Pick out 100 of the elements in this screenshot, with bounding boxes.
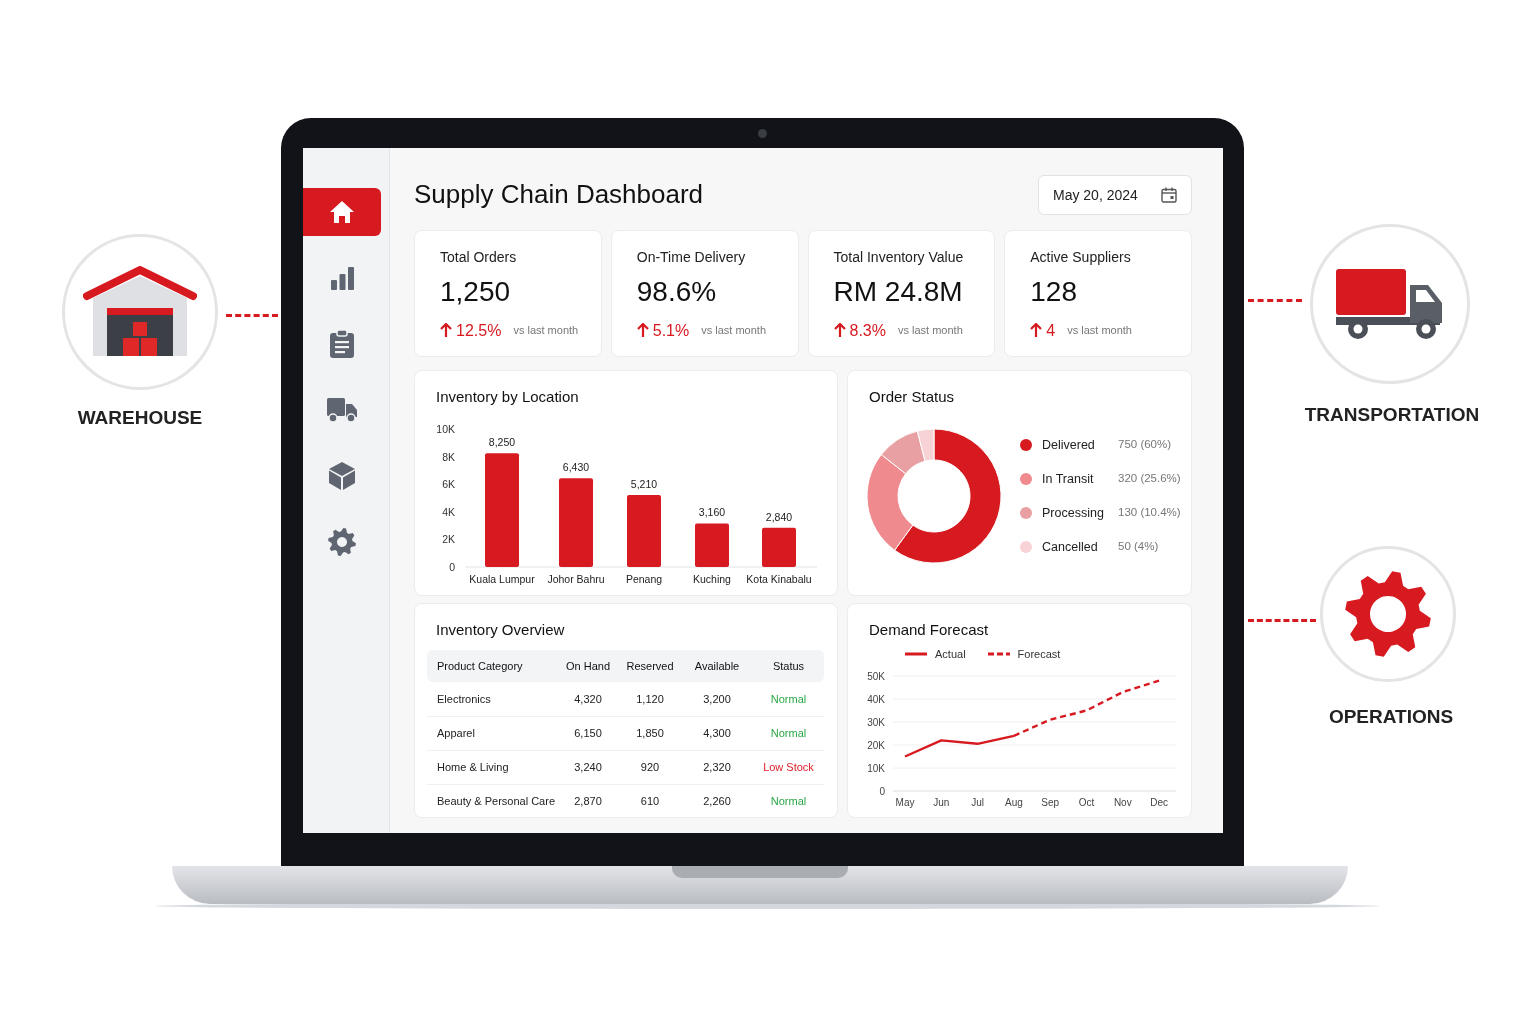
callout-label: TRANSPORTATION bbox=[1304, 403, 1480, 427]
axis-label: Penang bbox=[625, 573, 663, 585]
bar-chart-icon bbox=[330, 266, 354, 290]
axis-label: 30K bbox=[867, 716, 885, 728]
kpi-value: 1,250 bbox=[440, 275, 512, 309]
column-header: Available bbox=[681, 650, 753, 682]
axis-label: 10K bbox=[436, 423, 455, 435]
kpi-note: vs last month bbox=[897, 323, 963, 339]
legend-label: Forecast bbox=[1017, 647, 1061, 662]
table-cell: 3,240 bbox=[557, 750, 619, 784]
truck-icon bbox=[327, 397, 357, 423]
axis-label: 8K bbox=[442, 450, 455, 463]
axis-label: 6K bbox=[442, 478, 455, 491]
axis-label: 20K bbox=[867, 739, 885, 751]
kpi-label: Total Orders bbox=[440, 248, 518, 267]
bar bbox=[695, 523, 729, 567]
table-cell: 920 bbox=[619, 750, 681, 784]
gear-icon bbox=[1345, 569, 1431, 659]
axis-label: Sep bbox=[1041, 796, 1060, 808]
table-cell: Electronics bbox=[427, 682, 557, 716]
legend-value: 130 (10.4%) bbox=[1118, 505, 1181, 521]
table-cell: 1,850 bbox=[619, 716, 681, 750]
column-header: Product Category bbox=[427, 650, 557, 682]
table-cell: 2,260 bbox=[681, 784, 753, 818]
connector-line bbox=[1248, 299, 1302, 302]
nav-button[interactable] bbox=[303, 188, 381, 236]
table-cell: 4,300 bbox=[681, 716, 753, 750]
axis-label: Oct bbox=[1078, 796, 1095, 808]
axis-label: 40K bbox=[867, 693, 885, 705]
arrow-up-icon bbox=[440, 323, 452, 339]
settings-icon bbox=[328, 528, 356, 556]
axis-label: 10K bbox=[867, 762, 885, 774]
legend-label: Processing bbox=[1042, 504, 1105, 522]
axis-label: 0 bbox=[879, 785, 885, 797]
callout-label: WAREHOUSE bbox=[77, 406, 203, 430]
kpi-value: 128 bbox=[1030, 275, 1078, 309]
axis-label: Kuala Lumpur bbox=[469, 573, 535, 585]
legend-label: Delivered bbox=[1042, 436, 1096, 454]
kpi-change: 4 bbox=[1046, 320, 1056, 341]
column-header: On Hand bbox=[557, 650, 619, 682]
table-cell: 1,120 bbox=[619, 682, 681, 716]
table-cell: Apparel bbox=[427, 716, 557, 750]
date-picker[interactable]: May 20, 2024 bbox=[1038, 175, 1192, 215]
column-header: Status bbox=[753, 650, 824, 682]
home-icon bbox=[329, 200, 355, 224]
axis-label: 4K bbox=[442, 505, 455, 518]
status-text: Low Stock bbox=[753, 750, 824, 784]
table-cell: 6,150 bbox=[557, 716, 619, 750]
status-text: Normal bbox=[753, 716, 824, 750]
legend-value: 750 (60%) bbox=[1118, 437, 1172, 453]
axis-label: Dec bbox=[1150, 796, 1168, 808]
kpi-value: RM 24.8M bbox=[833, 275, 964, 309]
camera-dot bbox=[758, 129, 767, 138]
axis-label: Johor Bahru bbox=[547, 573, 605, 585]
legend-label: In Transit bbox=[1042, 470, 1095, 488]
kpi-change: 8.3% bbox=[849, 320, 886, 341]
column-header: Reserved bbox=[619, 650, 681, 682]
axis-label: 0 bbox=[449, 561, 455, 573]
table-cell: 2,320 bbox=[681, 750, 753, 784]
kpi-note: vs last month bbox=[701, 323, 767, 339]
clipboard-icon bbox=[330, 330, 354, 358]
cube-icon bbox=[329, 462, 355, 490]
arrow-up-icon bbox=[1030, 323, 1043, 339]
legend-line bbox=[987, 652, 1010, 657]
bar-value: 2,840 bbox=[765, 510, 793, 523]
table-cell: Beauty & Personal Care bbox=[427, 784, 557, 818]
table-cell: 610 bbox=[619, 784, 681, 818]
axis-label: Kuching bbox=[693, 573, 731, 585]
legend-label: Actual bbox=[935, 647, 966, 662]
connector-line bbox=[1248, 619, 1316, 622]
kpi-change: 5.1% bbox=[652, 320, 690, 341]
page-title: Supply Chain Dashboard bbox=[414, 179, 704, 211]
axis-label: Jul bbox=[971, 796, 984, 808]
axis-label: May bbox=[895, 796, 915, 808]
card-title: Order Status bbox=[868, 387, 956, 407]
legend-label: Cancelled bbox=[1042, 538, 1099, 556]
status-text: Normal bbox=[753, 682, 824, 716]
axis-label: 50K bbox=[867, 670, 885, 682]
kpi-label: On-Time Delivery bbox=[636, 248, 747, 267]
callout-label: OPERATIONS bbox=[1328, 705, 1454, 729]
arrow-up-icon bbox=[636, 323, 649, 339]
axis-label: Jun bbox=[933, 796, 950, 808]
kpi-note: vs last month bbox=[513, 323, 579, 339]
axis-label: Aug bbox=[1005, 796, 1023, 808]
kpi-change: 12.5% bbox=[456, 320, 502, 341]
connector-line bbox=[226, 314, 278, 317]
table-cell: Home & Living bbox=[427, 750, 557, 784]
table-cell: 2,870 bbox=[557, 784, 619, 818]
bar bbox=[627, 495, 661, 567]
warehouse-icon bbox=[83, 266, 197, 358]
status-text: Normal bbox=[753, 784, 824, 818]
card-title: Inventory by Location bbox=[435, 387, 580, 407]
axis-label: Kota Kinabalu bbox=[746, 573, 812, 585]
kpi-note: vs last month bbox=[1067, 323, 1132, 339]
bar-value: 3,160 bbox=[698, 506, 726, 519]
bar-value: 5,210 bbox=[630, 478, 658, 491]
table-cell: 3,200 bbox=[681, 682, 753, 716]
bar bbox=[762, 527, 796, 567]
axis-label: Nov bbox=[1113, 796, 1132, 808]
card-title: Inventory Overview bbox=[435, 620, 566, 640]
